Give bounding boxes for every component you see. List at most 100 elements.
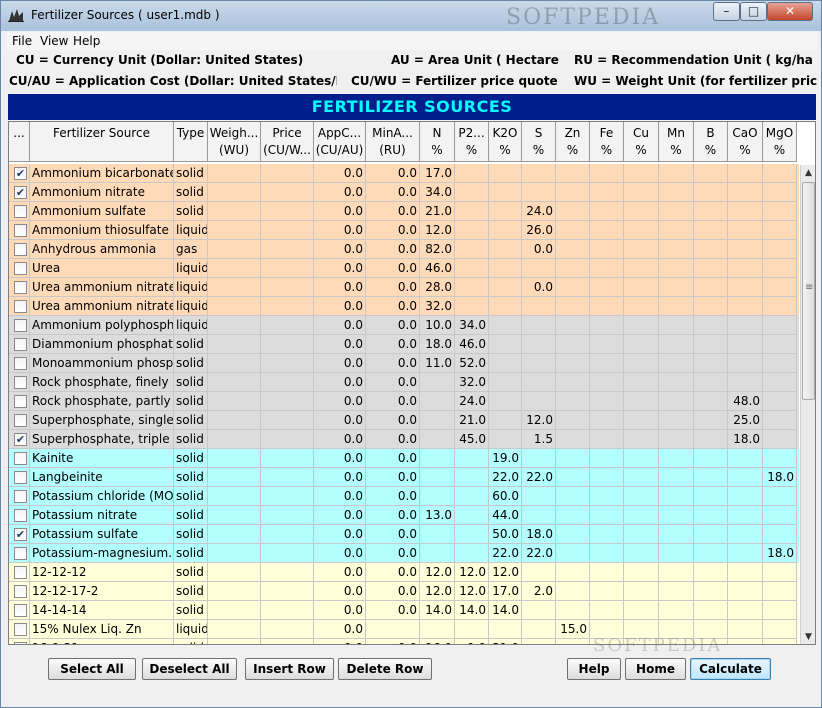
cell-zn[interactable] <box>556 411 590 430</box>
cell-name[interactable]: 14-14-14 <box>30 601 174 620</box>
cell-n[interactable]: 28.0 <box>420 278 455 297</box>
cell-fe[interactable] <box>590 392 624 411</box>
cell-mgo[interactable] <box>763 430 797 449</box>
cell-mgo[interactable] <box>763 639 797 644</box>
cell-cu[interactable] <box>624 411 659 430</box>
cell-b[interactable] <box>694 221 728 240</box>
cell-cao[interactable] <box>728 240 763 259</box>
cell-name[interactable]: Rock phosphate, partly ... <box>30 392 174 411</box>
calculate-button[interactable]: Calculate <box>690 658 771 680</box>
cell-b[interactable] <box>694 316 728 335</box>
cell-cao[interactable] <box>728 468 763 487</box>
cell-appcost[interactable]: 0.0 <box>314 411 366 430</box>
cell-p2o5[interactable] <box>455 221 489 240</box>
cell-n[interactable]: 16.0 <box>420 639 455 644</box>
cell-weight[interactable] <box>208 639 261 644</box>
cell-minapp[interactable]: 0.0 <box>366 373 420 392</box>
cell-mgo[interactable] <box>763 449 797 468</box>
cell-minapp[interactable]: 0.0 <box>366 525 420 544</box>
cell-mgo[interactable] <box>763 240 797 259</box>
cell-minapp[interactable]: 0.0 <box>366 202 420 221</box>
cell-p2o5[interactable]: 32.0 <box>455 373 489 392</box>
column-header-cu[interactable]: Cu% <box>624 122 659 162</box>
cell-cao[interactable]: 25.0 <box>728 411 763 430</box>
cell-p2o5[interactable] <box>455 297 489 316</box>
table-row[interactable]: Urea liquid 0.0 0.0 46.0 <box>9 259 799 278</box>
cell-p2o5[interactable]: 12.0 <box>455 563 489 582</box>
cell-mgo[interactable] <box>763 316 797 335</box>
cell-cao[interactable] <box>728 449 763 468</box>
cell-p2o5[interactable]: 0.0 <box>455 639 489 644</box>
cell-n[interactable]: 11.0 <box>420 354 455 373</box>
cell-name[interactable]: Potassium sulfate <box>30 525 174 544</box>
cell-weight[interactable] <box>208 582 261 601</box>
cell-cu[interactable] <box>624 221 659 240</box>
cell-mn[interactable] <box>659 544 694 563</box>
column-header-k2o[interactable]: K2O% <box>489 122 522 162</box>
cell-type[interactable]: liquid <box>174 297 208 316</box>
cell-b[interactable] <box>694 544 728 563</box>
cell-minapp[interactable]: 0.0 <box>366 563 420 582</box>
cell-fe[interactable] <box>590 297 624 316</box>
cell-type[interactable]: liquid <box>174 259 208 278</box>
cell-p2o5[interactable]: 14.0 <box>455 601 489 620</box>
cell-minapp[interactable]: 0.0 <box>366 544 420 563</box>
cell-weight[interactable] <box>208 278 261 297</box>
cell-weight[interactable] <box>208 354 261 373</box>
cell-p2o5[interactable] <box>455 202 489 221</box>
cell-b[interactable] <box>694 278 728 297</box>
cell-appcost[interactable]: 0.0 <box>314 240 366 259</box>
cell-fe[interactable] <box>590 525 624 544</box>
cell-minapp[interactable]: 0.0 <box>366 430 420 449</box>
cell-minapp[interactable]: 0.0 <box>366 297 420 316</box>
cell-cao[interactable] <box>728 335 763 354</box>
table-row[interactable]: ✔ Ammonium nitrate solid 0.0 0.0 34.0 <box>9 183 799 202</box>
cell-type[interactable]: solid <box>174 373 208 392</box>
cell-minapp[interactable]: 0.0 <box>366 240 420 259</box>
cell-mgo[interactable] <box>763 620 797 639</box>
cell-k2o[interactable] <box>489 221 522 240</box>
cell-cao[interactable] <box>728 221 763 240</box>
cell-type[interactable]: solid <box>174 601 208 620</box>
cell-fe[interactable] <box>590 164 624 183</box>
cell-price[interactable] <box>261 240 314 259</box>
cell-weight[interactable] <box>208 411 261 430</box>
cell-fe[interactable] <box>590 240 624 259</box>
cell-k2o[interactable] <box>489 202 522 221</box>
cell-k2o[interactable]: 50.0 <box>489 525 522 544</box>
cell-type[interactable]: liquid <box>174 316 208 335</box>
cell-appcost[interactable]: 0.0 <box>314 525 366 544</box>
cell-mn[interactable] <box>659 316 694 335</box>
cell-cao[interactable] <box>728 259 763 278</box>
cell-mgo[interactable] <box>763 183 797 202</box>
cell-mgo[interactable] <box>763 202 797 221</box>
cell-p2o5[interactable] <box>455 468 489 487</box>
cell-name[interactable]: 15% Nulex Liq. Zn <box>30 620 174 639</box>
cell-b[interactable] <box>694 430 728 449</box>
cell-fe[interactable] <box>590 544 624 563</box>
cell-minapp[interactable]: 0.0 <box>366 335 420 354</box>
cell-price[interactable] <box>261 506 314 525</box>
cell-type[interactable]: liquid <box>174 620 208 639</box>
cell-type[interactable]: liquid <box>174 278 208 297</box>
column-header-minapp[interactable]: MinA... (RU) <box>366 122 420 162</box>
cell-type[interactable]: solid <box>174 639 208 644</box>
cell-s[interactable] <box>522 487 556 506</box>
cell-cao[interactable] <box>728 487 763 506</box>
cell-name[interactable]: Potassium-magnesium... <box>30 544 174 563</box>
cell-k2o[interactable] <box>489 335 522 354</box>
cell-p2o5[interactable]: 45.0 <box>455 430 489 449</box>
cell-cao[interactable] <box>728 544 763 563</box>
cell-mn[interactable] <box>659 392 694 411</box>
cell-mgo[interactable] <box>763 582 797 601</box>
cell-cao[interactable] <box>728 202 763 221</box>
cell-type[interactable]: liquid <box>174 221 208 240</box>
maximize-button[interactable]: □ <box>740 2 767 21</box>
cell-name[interactable]: Urea <box>30 259 174 278</box>
help-button[interactable]: Help <box>567 658 621 680</box>
cell-b[interactable] <box>694 202 728 221</box>
cell-cao[interactable] <box>728 620 763 639</box>
cell-b[interactable] <box>694 525 728 544</box>
row-checkbox[interactable] <box>14 338 27 351</box>
cell-type[interactable]: solid <box>174 544 208 563</box>
